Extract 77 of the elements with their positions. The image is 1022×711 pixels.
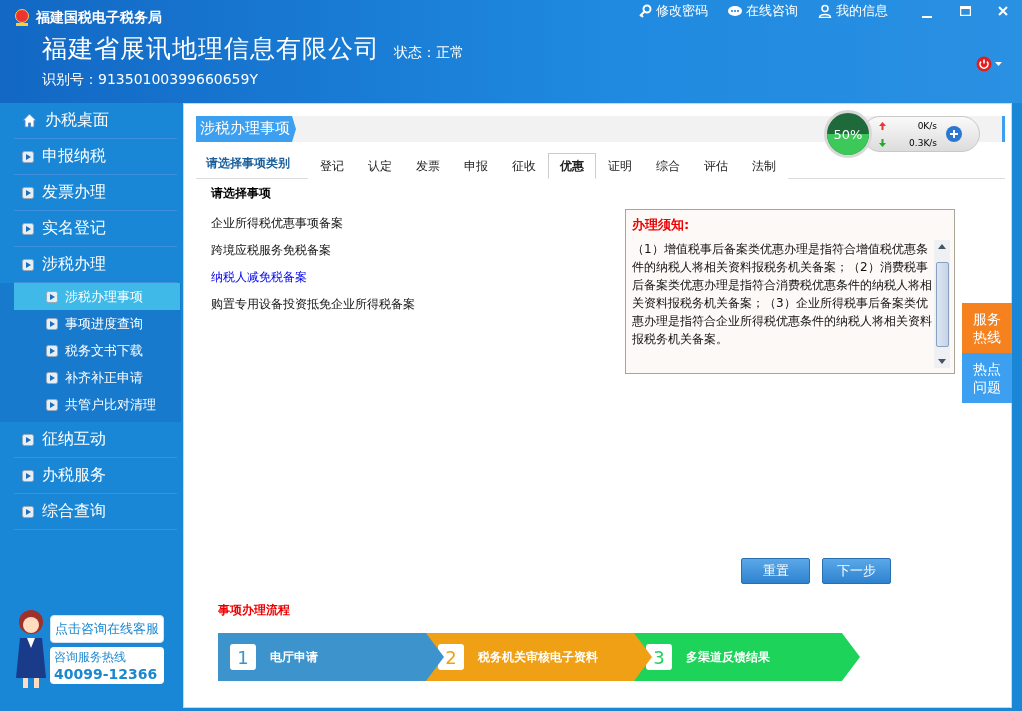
up-arrow-icon [879,121,886,130]
page-title: 涉税办理事项 [196,116,296,142]
chat-icon [728,5,742,17]
scroll-up-icon[interactable] [938,244,946,249]
caret-icon [995,62,1002,66]
matter-link[interactable]: 纳税人减免税备案 [211,269,415,286]
close-icon [998,6,1008,16]
nav-label: 综合查询 [42,501,106,522]
nav-item[interactable]: 综合查询 [14,494,177,530]
submenu-item[interactable]: 税务文书下载 [14,337,180,364]
status-text: 状态：正常 [394,44,464,62]
submenu-item[interactable]: 涉税办理事项 [14,283,180,310]
category-tab[interactable]: 优惠 [548,153,596,179]
hotline-label: 咨询服务热线 [54,648,127,666]
step-label: 电厅申请 [270,648,318,666]
header-link[interactable]: 修改密码 [638,2,708,20]
action-button[interactable]: 下一步 [822,558,891,584]
hotline-number: 40099-12366 [54,665,159,682]
items-heading: 请选择事项 [211,185,272,202]
matter-link[interactable]: 购置专用设备投资抵免企业所得税备案 [211,296,415,313]
nav-label: 发票办理 [42,182,106,203]
upload-speed: 0K/s [916,120,937,131]
minimize-icon [922,16,932,18]
speed-ball[interactable]: 50% [824,110,872,158]
plus-icon[interactable] [945,125,963,143]
emblem-icon [14,9,30,27]
home-icon [22,113,37,128]
app-name: 福建国税电子税务局 [36,9,162,27]
nav-label: 申报纳税 [42,146,106,167]
step-label: 税务机关审核电子资料 [478,648,598,666]
nav-item[interactable]: 实名登记 [14,211,177,247]
submenu-label: 共管户比对清理 [65,395,156,414]
step-number: 2 [438,644,464,670]
process-title: 事项办理流程 [218,602,291,619]
nav-label: 实名登记 [42,218,106,239]
nav-item[interactable]: 申报纳税 [14,139,177,175]
power-icon [976,56,992,72]
nav-item[interactable]: 征纳互动 [14,422,177,458]
down-arrow-icon [879,138,886,147]
company-name: 福建省展讯地理信息有限公司 [42,33,380,65]
step-number: 1 [230,644,256,670]
side-tab[interactable]: 热点问题 [962,353,1012,403]
nav-label: 办税服务 [42,465,106,486]
nav-label: 涉税办理 [42,254,106,275]
nav-label: 征纳互动 [42,429,106,450]
maximize-icon [959,6,971,16]
submenu-label: 涉税办理事项 [65,287,143,306]
header-link[interactable]: 我的信息 [818,2,888,20]
nav-item[interactable]: 办税桌面 [14,103,177,139]
step-number: 3 [646,644,672,670]
key-icon [638,4,652,18]
nav-label: 办税桌面 [45,110,109,131]
matter-link[interactable]: 企业所得税优惠事项备案 [211,215,415,232]
submenu-label: 补齐补正申请 [65,368,143,387]
submenu-item[interactable]: 事项进度查询 [14,310,180,337]
online-service-button[interactable]: 点击咨询在线客服 [50,614,164,643]
header-link[interactable]: 在线咨询 [728,2,798,20]
side-tab[interactable]: 服务热线 [962,303,1012,353]
step-label: 多渠道反馈结果 [686,648,770,666]
download-speed: 0.3K/s [908,137,937,148]
submenu-item[interactable]: 共管户比对清理 [14,391,180,418]
power-menu-button[interactable] [976,56,1002,72]
notice-title: 办理须知: [632,216,691,234]
usage-percent: 50% [833,126,863,142]
category-label: 请选择事项类别 [205,155,291,172]
notice-text: （1）增值税事后备案类优惠办理是指符合增值税优惠条件的纳税人将相关资料报税务机关备案；（2）消费税事后备案类优惠办理是指符合消费税优惠条件的纳税人将相关资料报税务机关备案；（3）企业所得税事后备案类优惠办理是指符合企业所得税优惠条件的纳税人将相关资料报税务机关备案。 [632,241,932,348]
submenu-label: 税务文书下载 [65,341,143,360]
matter-link[interactable]: 跨境应税服务免税备案 [211,242,415,259]
nav-item[interactable]: 发票办理 [14,175,177,211]
user-icon [818,4,832,18]
action-button[interactable]: 重置 [741,558,810,584]
scrollbar[interactable] [934,240,950,368]
scroll-down-icon[interactable] [938,359,946,364]
taxpayer-id: 识别号：91350100399660659Y [41,71,259,89]
nav-item[interactable]: 办税服务 [14,458,177,494]
submenu-item[interactable]: 补齐补正申请 [14,364,180,391]
submenu-label: 事项进度查询 [65,314,143,333]
